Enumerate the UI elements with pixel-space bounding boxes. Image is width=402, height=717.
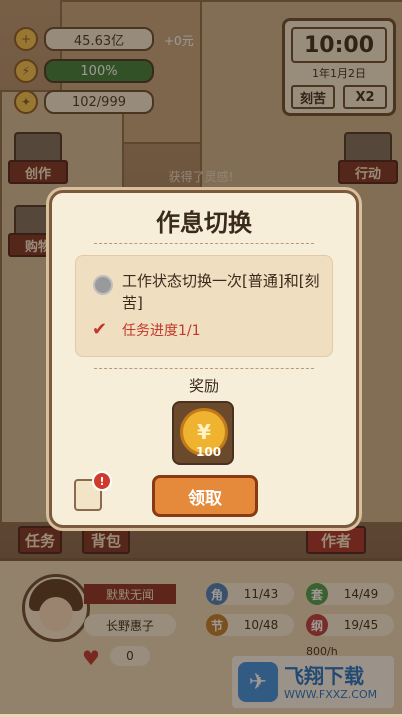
divider [94, 243, 314, 244]
alert-icon: ! [92, 471, 112, 491]
task-status-dot [93, 275, 113, 295]
dialog-title: 作息切换 [156, 209, 252, 237]
claim-button[interactable]: 领取 [152, 475, 258, 517]
reward-item[interactable]: ¥ 100 [172, 401, 234, 465]
reward-title: 奖励 [188, 377, 219, 395]
task-card: 工作状态切换一次[普通]和[刻苦] ✔ 任务进度1/1 [75, 255, 333, 357]
reward-count: 100 [196, 445, 222, 459]
task-description: 工作状态切换一次[普通]和[刻苦] [122, 272, 320, 312]
checkmark-icon: ✔ [92, 319, 108, 340]
routine-switch-dialog: 作息切换 工作状态切换一次[普通]和[刻苦] ✔ 任务进度1/1 奖励 ¥ 10… [49, 190, 359, 528]
task-progress: 任务进度1/1 [122, 323, 201, 339]
divider [94, 368, 314, 369]
